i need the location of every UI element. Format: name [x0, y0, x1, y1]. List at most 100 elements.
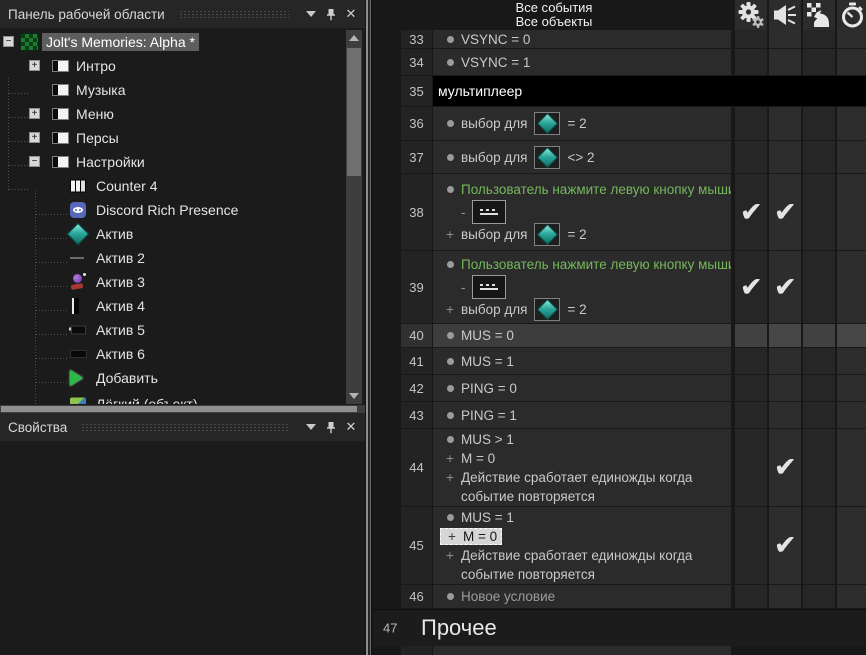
action-cell[interactable]	[735, 348, 767, 374]
action-cell[interactable]	[803, 375, 835, 401]
expand-box[interactable]: +	[29, 132, 40, 143]
filter-all-events[interactable]: Все события	[373, 1, 735, 15]
collapse-box[interactable]: −	[3, 36, 14, 47]
tree-vertical-scrollbar[interactable]	[346, 30, 362, 404]
expand-box[interactable]: +	[29, 108, 40, 119]
tree-item-label[interactable]: Актив 3	[92, 273, 149, 291]
tree-item-label[interactable]: Актив 2	[92, 249, 149, 267]
action-cell[interactable]	[769, 402, 801, 428]
event-row[interactable]: 34 VSYNC = 1	[373, 49, 866, 75]
event-row-partial[interactable]	[373, 646, 866, 655]
action-cell[interactable]	[803, 507, 835, 584]
condition-cell[interactable]: MUS = 1 + M = 0 + Действие сработает едино…	[433, 507, 731, 584]
condition-text[interactable]: M = 0	[461, 451, 495, 466]
condition-cell[interactable]: VSYNC = 1	[433, 49, 731, 75]
action-cell[interactable]	[803, 174, 835, 250]
action-cell[interactable]	[735, 141, 767, 173]
condition-cell[interactable]: Новое условие	[433, 585, 731, 608]
action-cell[interactable]	[735, 585, 767, 608]
condition-text[interactable]: Пользователь нажмите левую кнопку мыши	[461, 182, 731, 197]
tree-item-frame[interactable]: + Персы	[0, 126, 346, 150]
action-cell[interactable]	[837, 402, 866, 428]
condition-cell[interactable]: Пользователь нажмите левую кнопку мыши -…	[433, 174, 731, 250]
action-cell[interactable]: ✔	[735, 251, 767, 323]
condition-operator[interactable]: = 2	[567, 116, 586, 131]
tree-item-object[interactable]: Добавить	[0, 366, 346, 390]
panel-menu-button[interactable]	[301, 5, 321, 23]
tree-item-label[interactable]: Discord Rich Presence	[92, 201, 242, 219]
panel-menu-button[interactable]	[301, 418, 321, 436]
condition-text[interactable]: Действие сработает единожды когда	[461, 470, 692, 485]
condition-text[interactable]: PING = 1	[461, 408, 517, 423]
action-cell[interactable]	[837, 174, 866, 250]
condition-cell[interactable]: PING = 0	[433, 375, 731, 401]
tree-item-label[interactable]: Актив 6	[92, 345, 149, 363]
action-cell[interactable]	[803, 585, 835, 608]
action-cell[interactable]	[769, 375, 801, 401]
action-cell[interactable]	[803, 141, 835, 173]
tree-item-label[interactable]: Персы	[72, 129, 123, 147]
condition-text[interactable]: событие повторяется	[461, 489, 595, 504]
action-cell[interactable]	[735, 507, 767, 584]
tree-item-label[interactable]: Актив 4	[92, 297, 149, 315]
condition-text[interactable]: MUS = 0	[461, 328, 514, 343]
condition-cell[interactable]: VSYNC = 0	[433, 30, 731, 48]
action-cell[interactable]	[837, 429, 866, 506]
tree-item-object[interactable]: Актив 4	[0, 294, 346, 318]
condition-text[interactable]: Действие сработает единожды когда	[461, 548, 692, 563]
action-cell[interactable]	[769, 30, 801, 48]
tree-horizontal-scrollbar[interactable]	[0, 405, 365, 413]
action-cell[interactable]	[735, 429, 767, 506]
column-header-sound[interactable]	[769, 0, 801, 30]
action-cell[interactable]	[837, 141, 866, 173]
group-title[interactable]: Прочее	[421, 615, 497, 641]
tree-item-root[interactable]: − Jolt's Memories: Alpha *	[0, 30, 346, 54]
tree-item-frame[interactable]: + Интро	[0, 54, 346, 78]
tree-item-label[interactable]: Добавить	[92, 369, 162, 387]
action-cell[interactable]	[837, 324, 866, 347]
event-row[interactable]: 41 MUS = 1	[373, 348, 866, 374]
event-row[interactable]: 45 MUS = 1 + M = 0 + Действие сработает ед…	[373, 507, 866, 584]
tree-item-label[interactable]: Актив 5	[92, 321, 149, 339]
tree-item-object[interactable]: Актив 6	[0, 342, 346, 366]
condition-cell[interactable]: MUS > 1 + M = 0 + Действие сработает едино…	[433, 429, 731, 506]
condition-text[interactable]: MUS > 1	[461, 432, 514, 447]
action-cell[interactable]	[837, 49, 866, 75]
action-cell[interactable]: ✔	[735, 174, 767, 250]
column-header-storyboard[interactable]	[803, 0, 835, 30]
tree-item-label[interactable]: Counter 4	[92, 177, 161, 195]
tree-item-object[interactable]: Актив 5	[0, 318, 346, 342]
condition-cell[interactable]: выбор для = 2	[433, 107, 731, 140]
scroll-up-arrow-icon[interactable]	[349, 35, 359, 41]
action-cell[interactable]	[735, 324, 767, 347]
tree-item-object[interactable]: Discord Rich Presence	[0, 198, 346, 222]
tree-item-label[interactable]: Меню	[72, 105, 118, 123]
scrollbar-thumb[interactable]	[347, 48, 361, 176]
condition-cell[interactable]: Пользователь нажмите левую кнопку мыши -…	[433, 251, 731, 323]
tree-item-frame[interactable]: + Меню	[0, 102, 346, 126]
event-row[interactable]: 33 VSYNC = 0	[373, 30, 866, 48]
condition-cell[interactable]: MUS = 1	[433, 348, 731, 374]
comment-cell[interactable]: мультиплеер	[433, 76, 866, 106]
column-header-timer[interactable]	[837, 0, 866, 30]
action-cell[interactable]: ✔	[769, 174, 801, 250]
selected-condition[interactable]: + M = 0	[440, 527, 503, 545]
condition-text[interactable]: PING = 0	[461, 381, 517, 396]
condition-text[interactable]: MUS = 1	[461, 354, 514, 369]
condition-text[interactable]: VSYNC = 0	[461, 32, 530, 47]
action-cell[interactable]	[769, 324, 801, 347]
tree-item-frame[interactable]: Музыка	[0, 78, 346, 102]
condition-cell[interactable]: выбор для <> 2	[433, 141, 731, 173]
panel-drag-texture[interactable]	[81, 422, 289, 432]
panel-close-button[interactable]: ✕	[341, 418, 361, 436]
event-row[interactable]: 44 MUS > 1 + M = 0 + Действие сработает ед…	[373, 429, 866, 506]
scroll-down-arrow-icon[interactable]	[349, 393, 359, 399]
action-cell[interactable]	[735, 375, 767, 401]
tree-item-label[interactable]: Настройки	[72, 153, 149, 171]
action-cell[interactable]	[769, 107, 801, 140]
check-icon[interactable]: ✔	[774, 198, 797, 226]
condition-cell[interactable]: PING = 1	[433, 402, 731, 428]
action-cell[interactable]	[735, 49, 767, 75]
check-icon[interactable]: ✔	[740, 198, 763, 226]
tree-item-object[interactable]: Counter 4	[0, 174, 346, 198]
